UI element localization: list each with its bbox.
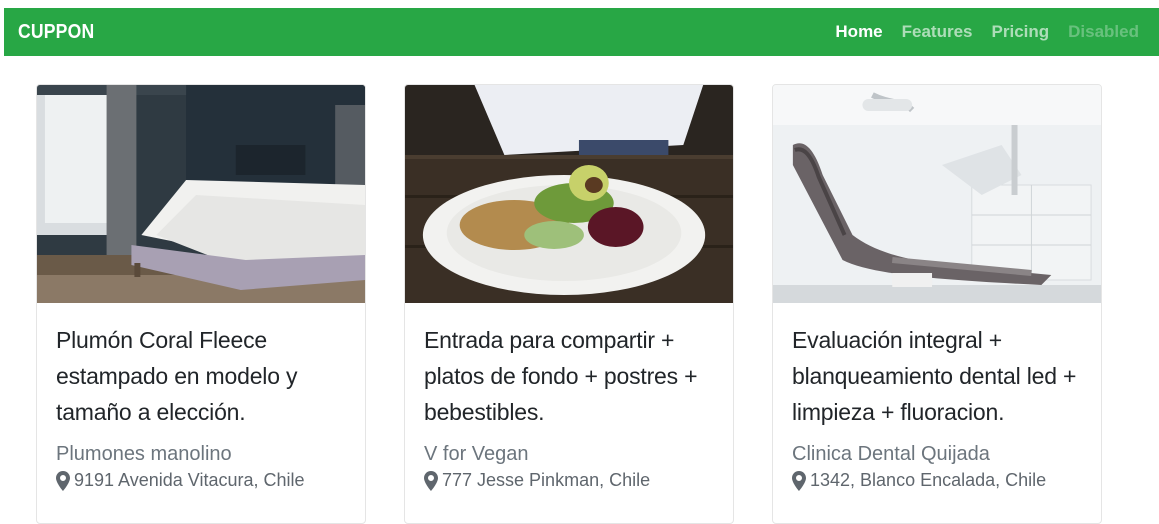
map-marker-icon [792,470,806,491]
merchant-name: Clinica Dental Quijada [792,443,990,465]
deal-card[interactable]: Plumón Coral Fleece estampado en modelo … [36,84,366,524]
nav-links: Home Features Pricing Disabled [835,22,1139,42]
deal-card[interactable]: Entrada para compartir + platos de fondo… [404,84,734,524]
card-title[interactable]: Plumón Coral Fleece estampado en modelo … [56,322,346,430]
card-body: Evaluación integral + blanqueamiento den… [773,303,1101,491]
nav-item-disabled: Disabled [1068,22,1139,41]
location: 9191 Avenida Vitacura, Chile [56,470,346,491]
nav-item-home[interactable]: Home [835,22,882,42]
deals-grid: Plumón Coral Fleece estampado en modelo … [0,84,1159,524]
location: 777 Jesse Pinkman, Chile [424,470,714,491]
nav-item-features[interactable]: Features [902,22,973,42]
card-title[interactable]: Entrada para compartir + platos de fondo… [424,322,714,430]
card-body: Entrada para compartir + platos de fondo… [405,303,733,491]
merchant-name: V for Vegan [424,443,529,465]
location-text: 9191 Avenida Vitacura, Chile [74,470,305,490]
navbar: CUPPON Home Features Pricing Disabled [4,8,1159,56]
nav-item-pricing[interactable]: Pricing [992,22,1050,42]
deal-card[interactable]: Evaluación integral + blanqueamiento den… [772,84,1102,524]
brand-logo[interactable]: CUPPON [18,21,94,44]
location-text: 777 Jesse Pinkman, Chile [442,470,651,490]
map-marker-icon [56,470,70,491]
card-title[interactable]: Evaluación integral + blanqueamiento den… [792,322,1082,430]
location-text: 1342, Blanco Encalada, Chile [810,470,1047,490]
map-marker-icon [424,470,438,491]
card-body: Plumón Coral Fleece estampado en modelo … [37,303,365,491]
dental-chair-photo[interactable] [773,85,1101,303]
merchant-name: Plumones manolino [56,443,232,465]
bedroom-photo[interactable] [37,85,365,303]
location: 1342, Blanco Encalada, Chile [792,470,1082,491]
vegan-salad-photo[interactable] [405,85,733,303]
